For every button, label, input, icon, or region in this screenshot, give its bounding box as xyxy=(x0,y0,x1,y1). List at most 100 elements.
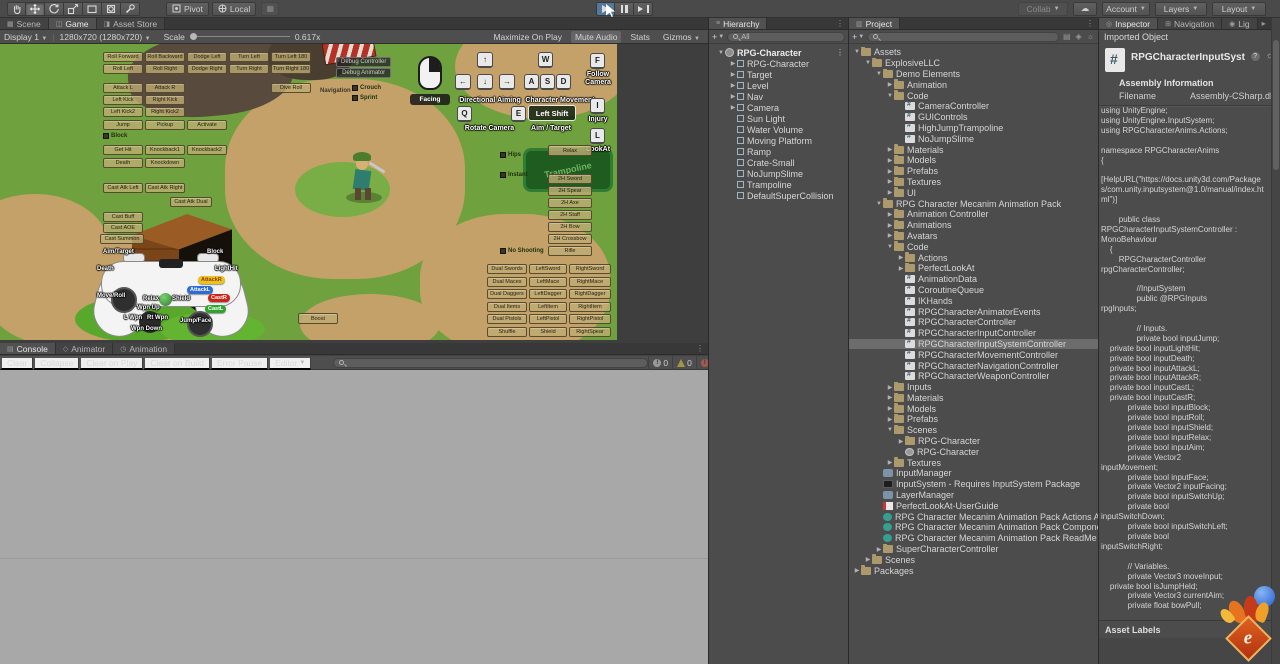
game-ui-button[interactable]: Right Kick2 xyxy=(145,107,185,117)
custom-tool-button[interactable] xyxy=(121,1,140,16)
game-ui-button[interactable]: Pickup xyxy=(145,120,185,130)
rotate-tool-button[interactable] xyxy=(45,1,64,16)
game-ui-button[interactable]: Jump xyxy=(103,120,143,130)
project-item[interactable]: ▶ Models xyxy=(849,154,1098,166)
cast-atk-dual-button[interactable]: Cast Atk Dual xyxy=(170,197,212,207)
project-item[interactable]: CameraController xyxy=(849,101,1098,112)
console-toolbar-button[interactable]: Clear xyxy=(0,355,34,370)
game-ui-button[interactable]: Turn Left xyxy=(229,52,269,62)
resolution-dropdown[interactable]: 1280x720 (1280x720) ▼ xyxy=(60,32,151,42)
display-dropdown[interactable]: Display 1 ▼ xyxy=(4,32,47,42)
scene-menu-icon[interactable]: ⋮ xyxy=(832,48,848,57)
project-item[interactable]: RPGCharacterNavigationController xyxy=(849,360,1098,371)
weapon-button[interactable]: 2H Bow xyxy=(548,222,592,232)
project-item[interactable]: ▶ Materials xyxy=(849,144,1098,155)
hips-checkbox[interactable]: Hips xyxy=(500,152,521,158)
project-item[interactable]: ▶ Animation xyxy=(849,79,1098,90)
account-dropdown[interactable]: Account ▼ xyxy=(1102,1,1150,16)
gizmos-dropdown[interactable]: Gizmos ▼ xyxy=(659,31,704,43)
project-item[interactable]: ▶ UI xyxy=(849,187,1098,198)
game-ui-button[interactable]: Turn Right xyxy=(229,64,269,74)
debug-button[interactable]: Debug Controller xyxy=(336,57,392,67)
project-item[interactable]: HighJumpTrampoline xyxy=(849,123,1098,134)
weapon-grid-button[interactable]: Shield xyxy=(529,326,567,337)
game-ui-button[interactable]: Turn Left 180 xyxy=(271,52,311,62)
hierarchy-item[interactable]: DefaultSuperCollision xyxy=(709,190,848,201)
game-ui-button[interactable]: Get Hit xyxy=(103,145,143,155)
project-item[interactable]: PerfectLookAt-UserGuide xyxy=(849,500,1098,511)
project-item[interactable]: ▶ Models xyxy=(849,403,1098,414)
weapon-grid-button[interactable]: RightMace xyxy=(569,276,611,287)
hierarchy-item[interactable]: Crate-Small xyxy=(709,157,848,168)
game-ui-button[interactable]: Knockback2 xyxy=(187,145,227,155)
weapon-grid-button[interactable]: LeftDagger xyxy=(529,289,567,299)
project-item[interactable]: AnimationData xyxy=(849,274,1098,285)
weapon-grid-button[interactable]: LeftPistol xyxy=(529,314,567,324)
project-item[interactable]: ▶ Animations xyxy=(849,219,1098,231)
tab-game[interactable]: ◫ Game xyxy=(48,18,97,29)
help-icon[interactable]: ? xyxy=(1250,52,1260,61)
project-item[interactable]: ▼ Scenes xyxy=(849,424,1098,436)
warning-count-badge[interactable]: 0 xyxy=(672,355,696,370)
project-item[interactable]: ▼ Assets xyxy=(849,47,1098,58)
hand-tool-button[interactable] xyxy=(7,1,26,16)
tab-scroll-arrow[interactable]: ▸ xyxy=(1258,19,1270,28)
project-item[interactable]: ▼ ExplosiveLLC xyxy=(849,57,1098,69)
weapon-grid-button[interactable]: Dual Swords xyxy=(487,264,527,274)
game-ui-button[interactable]: Activate xyxy=(187,120,227,130)
weapon-grid-button[interactable]: LeftItem xyxy=(529,301,567,312)
hierarchy-item[interactable]: Moving Platform xyxy=(709,135,848,146)
project-item[interactable]: ▼ Code xyxy=(849,90,1098,101)
panel-menu-icon[interactable]: ⋮ xyxy=(1082,19,1098,28)
cast-buff-button[interactable]: Cast Buff xyxy=(103,212,143,222)
game-ui-button[interactable]: Roll Backward xyxy=(145,52,185,62)
weapon-grid-button[interactable]: Dual Items xyxy=(487,301,527,312)
weapon-grid-button[interactable]: LeftSword xyxy=(529,264,567,274)
create-asset-button[interactable]: + ▼ xyxy=(852,32,864,42)
layers-dropdown[interactable]: Layers ▼ xyxy=(1155,1,1207,16)
cloud-button[interactable]: ☁ xyxy=(1073,1,1097,16)
cast-aoe-button[interactable]: Cast AOE xyxy=(103,223,143,233)
weapon-grid-button[interactable]: RightPistol xyxy=(569,314,611,324)
project-item[interactable]: RPG Character Mecanim Animation Pack Act… xyxy=(849,511,1098,522)
game-ui-button[interactable]: Roll Left xyxy=(103,64,143,74)
weapon-grid-button[interactable]: Dual Pistols xyxy=(487,314,527,324)
cast-summon-button[interactable]: Cast Summon xyxy=(100,234,144,244)
hierarchy-item[interactable]: ▶ Camera xyxy=(709,102,848,113)
console-toolbar-button[interactable]: Clear on Play xyxy=(79,355,144,370)
scale-slider-knob[interactable] xyxy=(189,33,197,40)
game-ui-button[interactable]: Right Kick xyxy=(145,95,185,105)
project-item[interactable]: ▶ Inputs xyxy=(849,381,1098,393)
hierarchy-item[interactable]: ▶ RPG-Character xyxy=(709,58,848,69)
transform-tool-button[interactable] xyxy=(102,1,121,16)
hierarchy-scene-root[interactable]: ▼ RPG-Character ⋮ xyxy=(709,47,848,58)
console-toolbar-button[interactable]: Error Pause xyxy=(209,355,269,370)
tab-scene[interactable]: ▦ Scene xyxy=(0,18,49,29)
project-item[interactable]: RPG Character Mecanim Animation Pack Rea… xyxy=(849,533,1098,544)
hierarchy-search-input[interactable]: All xyxy=(727,31,845,42)
panel-menu-icon[interactable]: ⋮ xyxy=(692,344,708,353)
search-by-label-icon[interactable]: ◈ xyxy=(1075,32,1083,41)
project-item[interactable]: IKHands xyxy=(849,295,1098,306)
hierarchy-item[interactable]: Ramp xyxy=(709,146,848,157)
pause-button[interactable] xyxy=(615,2,634,16)
tab-asset-store[interactable]: ◨ Asset Store xyxy=(96,18,166,29)
project-item[interactable]: RPGCharacterAnimatorEvents xyxy=(849,306,1098,317)
tab-animation[interactable]: ◷ Animation xyxy=(113,343,176,354)
weapon-grid-button[interactable]: RightItem xyxy=(569,301,611,312)
project-item[interactable]: ▶ Actions xyxy=(849,252,1098,263)
project-item[interactable]: InputSystem - Requires InputSystem Packa… xyxy=(849,479,1098,490)
tab-project[interactable]: ▥ Project xyxy=(849,18,901,29)
console-log-area[interactable] xyxy=(0,370,708,664)
project-item[interactable]: ▶ Animation Controller xyxy=(849,208,1098,220)
crouch-checkbox[interactable]: Crouch xyxy=(352,85,381,91)
weapon-button[interactable]: 2H Sword xyxy=(548,174,592,184)
game-ui-button[interactable]: Roll Forward xyxy=(103,52,143,62)
project-item[interactable]: ▶ Textures xyxy=(849,457,1098,468)
play-button[interactable] xyxy=(596,2,615,16)
scrollbar-thumb[interactable] xyxy=(1273,40,1279,170)
weapon-grid-button[interactable]: RightSword xyxy=(569,264,611,274)
project-item[interactable]: RPGCharacterWeaponController xyxy=(849,371,1098,382)
relax-button[interactable]: Relax xyxy=(548,145,592,156)
project-item[interactable]: ▶ Avatars xyxy=(849,230,1098,242)
